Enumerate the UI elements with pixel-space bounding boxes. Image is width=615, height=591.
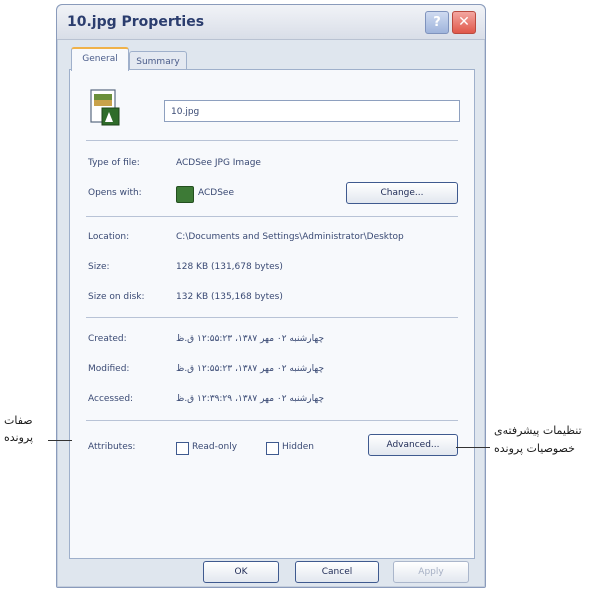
tab-general[interactable]: General <box>71 47 129 71</box>
window-title: 10.jpg Properties <box>67 14 205 30</box>
cancel-button[interactable]: Cancel <box>295 561 379 583</box>
ok-button[interactable]: OK <box>203 561 279 583</box>
location-label: Location: <box>88 232 130 242</box>
opens-with-label: Opens with: <box>88 188 142 198</box>
accessed-value: چهارشنبه ۰۲ مهر ۱۳۸۷، ۱۲:۳۹:۲۹ ق.ظ <box>176 394 325 404</box>
annotation-advanced-line2: خصوصیات پرونده <box>494 442 575 455</box>
change-button[interactable]: Change... <box>346 182 458 204</box>
advanced-button[interactable]: Advanced... <box>368 434 458 456</box>
general-panel: 10.jpg Type of file: ACDSee JPG Image Op… <box>69 69 475 559</box>
size-on-disk-label: Size on disk: <box>88 292 145 302</box>
readonly-label: Read-only <box>192 442 238 452</box>
type-label: Type of file: <box>88 158 140 168</box>
divider <box>86 420 458 421</box>
filename-field[interactable]: 10.jpg <box>164 100 460 122</box>
size-on-disk-value: 132 KB (135,168 bytes) <box>176 292 283 302</box>
annotation-line-left <box>48 440 72 441</box>
close-button[interactable]: ✕ <box>452 11 476 34</box>
hidden-checkbox[interactable] <box>266 442 279 455</box>
title-bar[interactable]: 10.jpg Properties ? ✕ <box>57 5 485 40</box>
modified-label: Modified: <box>88 364 130 374</box>
divider <box>86 216 458 217</box>
location-value: C:\Documents and Settings\Administrator\… <box>176 232 404 242</box>
annotation-line-right <box>456 447 490 448</box>
annotation-attributes-line2: پرونده <box>4 431 34 444</box>
created-value: چهارشنبه ۰۲ مهر ۱۳۸۷، ۱۲:۵۵:۲۳ ق.ظ <box>176 334 325 344</box>
size-value: 128 KB (131,678 bytes) <box>176 262 283 272</box>
divider <box>86 140 458 141</box>
jpg-file-icon <box>90 89 120 126</box>
help-button[interactable]: ? <box>425 11 449 34</box>
attributes-label: Attributes: <box>88 442 136 452</box>
apply-button[interactable]: Apply <box>393 561 469 583</box>
annotation-attributes-line1: صفات <box>4 414 33 427</box>
opens-with-value: ACDSee <box>198 188 234 198</box>
readonly-checkbox[interactable] <box>176 442 189 455</box>
properties-dialog: 10.jpg Properties ? ✕ General Summary 10… <box>56 4 486 588</box>
divider <box>86 317 458 318</box>
type-value: ACDSee JPG Image <box>176 158 261 168</box>
acdsee-app-icon <box>176 186 194 203</box>
accessed-label: Accessed: <box>88 394 134 404</box>
annotation-advanced-line1: تنظیمات پیشرفته‌ی <box>494 424 582 437</box>
created-label: Created: <box>88 334 127 344</box>
modified-value: چهارشنبه ۰۲ مهر ۱۳۸۷، ۱۲:۵۵:۲۳ ق.ظ <box>176 364 325 374</box>
size-label: Size: <box>88 262 110 272</box>
hidden-label: Hidden <box>282 442 314 452</box>
